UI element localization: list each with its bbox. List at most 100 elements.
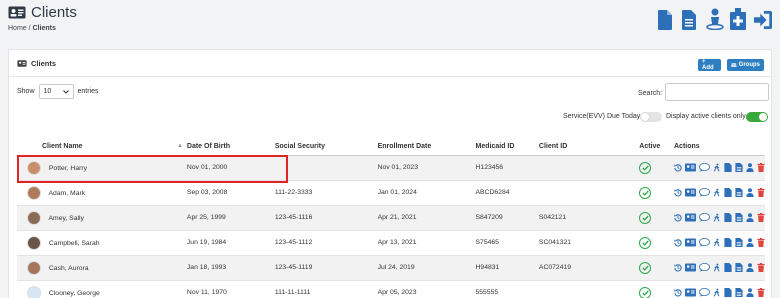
client-name-cell[interactable]: Clooney, George (17, 279, 187, 298)
list-document-icon[interactable] (735, 213, 743, 222)
breadcrumb-current: Clients (32, 25, 56, 32)
list-document-icon[interactable] (735, 288, 743, 298)
trash-icon[interactable] (757, 163, 765, 172)
evv-due-toggle[interactable] (640, 112, 662, 122)
client-name-cell[interactable]: Amey, Sally (17, 204, 187, 230)
list-document-icon[interactable] (735, 163, 743, 172)
chat-icon[interactable] (699, 213, 710, 222)
document-icon[interactable] (724, 163, 732, 172)
history-icon[interactable] (674, 188, 682, 197)
table-row[interactable]: Cash, Aurora Jan 18, 1993 123-45-1119 Ju… (17, 254, 765, 280)
chat-icon[interactable] (699, 288, 710, 298)
chat-icon[interactable] (699, 188, 710, 197)
sort-asc-icon: ▲ (176, 142, 183, 149)
chat-icon[interactable] (699, 263, 710, 272)
history-icon[interactable] (674, 238, 682, 247)
client-name[interactable]: Cash, Aurora (49, 264, 89, 271)
avatar (27, 185, 41, 200)
entries-control: Show 10 entries (17, 84, 99, 99)
person-location-icon[interactable] (706, 8, 724, 30)
evv-toggle-label: Service(EVV) Due Today (563, 113, 641, 120)
id-card-icon[interactable] (685, 163, 696, 172)
active-cell (639, 229, 674, 255)
walking-person-icon[interactable] (713, 238, 721, 247)
id-card-icon[interactable] (685, 213, 696, 222)
medical-kit-icon[interactable] (730, 8, 748, 30)
active-check-icon (639, 261, 652, 274)
enrollment-cell: Nov 01, 2023 (377, 154, 476, 180)
person-icon[interactable] (746, 288, 754, 298)
client-name[interactable]: Adam, Mark (49, 189, 86, 196)
trash-icon[interactable] (757, 238, 765, 247)
list-document-icon[interactable] (735, 188, 743, 197)
column-dob[interactable]: Date Of Birth (186, 138, 275, 156)
title-row: Clients (8, 4, 77, 21)
trash-icon[interactable] (757, 213, 765, 222)
highlight-box (17, 155, 288, 183)
active-check-icon (639, 236, 652, 249)
column-label: Client ID (538, 142, 568, 150)
id-card-icon[interactable] (685, 238, 696, 247)
client-name-cell[interactable]: Campbell, Sarah (17, 229, 187, 255)
column-label: Medicaid ID (475, 142, 515, 150)
table-row[interactable]: Amey, Sally Apr 25, 1999 123-45-1116 Apr… (17, 204, 765, 230)
client-name-cell[interactable]: Cash, Aurora (17, 254, 187, 280)
client-name[interactable]: Clooney, George (49, 290, 100, 297)
person-icon[interactable] (746, 188, 754, 197)
person-icon[interactable] (746, 163, 754, 172)
search-input[interactable] (665, 83, 769, 101)
client-name[interactable]: Campbell, Sarah (49, 239, 100, 246)
column-client-name[interactable]: Client Name ▲ (17, 138, 187, 156)
document-icon[interactable] (724, 288, 732, 298)
history-icon[interactable] (674, 288, 682, 297)
list-document-icon[interactable] (735, 263, 743, 272)
table-row[interactable]: Clooney, George Nov 11, 1970 111-11-1111… (17, 279, 765, 298)
table-row[interactable]: Campbell, Sarah Jun 19, 1984 123-45-1112… (17, 229, 765, 255)
person-icon[interactable] (746, 213, 754, 222)
column-enrollment[interactable]: Enrollment Date (377, 138, 476, 156)
person-icon[interactable] (746, 238, 754, 247)
actions-cell (674, 279, 765, 298)
list-document-icon[interactable] (735, 238, 743, 247)
client-name-cell[interactable]: Adam, Mark (17, 179, 187, 205)
column-medicaid[interactable]: Medicaid ID (475, 138, 539, 156)
column-client-id[interactable]: Client ID (538, 138, 640, 156)
client-name[interactable]: Amey, Sally (49, 214, 84, 221)
walking-person-icon[interactable] (713, 263, 721, 272)
chat-icon[interactable] (699, 238, 710, 247)
document-icon[interactable] (724, 213, 732, 222)
column-ssn[interactable]: Social Security (274, 138, 378, 156)
history-icon[interactable] (674, 263, 682, 272)
document-icon[interactable] (724, 188, 732, 197)
trash-icon[interactable] (757, 288, 765, 298)
column-active[interactable]: Active (639, 138, 674, 156)
client-id-cell: SC041321 (538, 229, 640, 255)
active-clients-toggle[interactable] (746, 112, 768, 122)
table-row[interactable]: Adam, Mark Sep 03, 2008 111-22-3333 Jan … (17, 179, 765, 205)
groups-button[interactable]: Groups (727, 59, 764, 71)
entries-select[interactable]: 10 (38, 84, 74, 99)
trash-icon[interactable] (757, 188, 765, 197)
walking-person-icon[interactable] (713, 288, 721, 297)
add-client-button[interactable]: + Add (698, 59, 721, 71)
walking-person-icon[interactable] (713, 188, 721, 197)
document-icon[interactable] (724, 238, 732, 247)
breadcrumb-home[interactable]: Home (8, 25, 27, 32)
walking-person-icon[interactable] (713, 163, 721, 172)
active-cell (639, 279, 674, 298)
id-card-icon[interactable] (685, 288, 696, 297)
sign-in-icon[interactable] (754, 8, 772, 30)
document-icon[interactable] (724, 263, 732, 272)
ssn-cell: 111-11-1111 (274, 279, 378, 298)
history-icon[interactable] (674, 213, 682, 222)
chat-icon[interactable] (699, 163, 710, 172)
person-icon[interactable] (746, 263, 754, 272)
id-card-icon[interactable] (685, 263, 696, 272)
avatar (27, 210, 41, 225)
trash-icon[interactable] (757, 263, 765, 272)
document-icon[interactable] (658, 8, 676, 30)
id-card-icon[interactable] (685, 188, 696, 197)
list-document-icon[interactable] (682, 8, 700, 30)
history-icon[interactable] (674, 163, 682, 172)
walking-person-icon[interactable] (713, 213, 721, 222)
